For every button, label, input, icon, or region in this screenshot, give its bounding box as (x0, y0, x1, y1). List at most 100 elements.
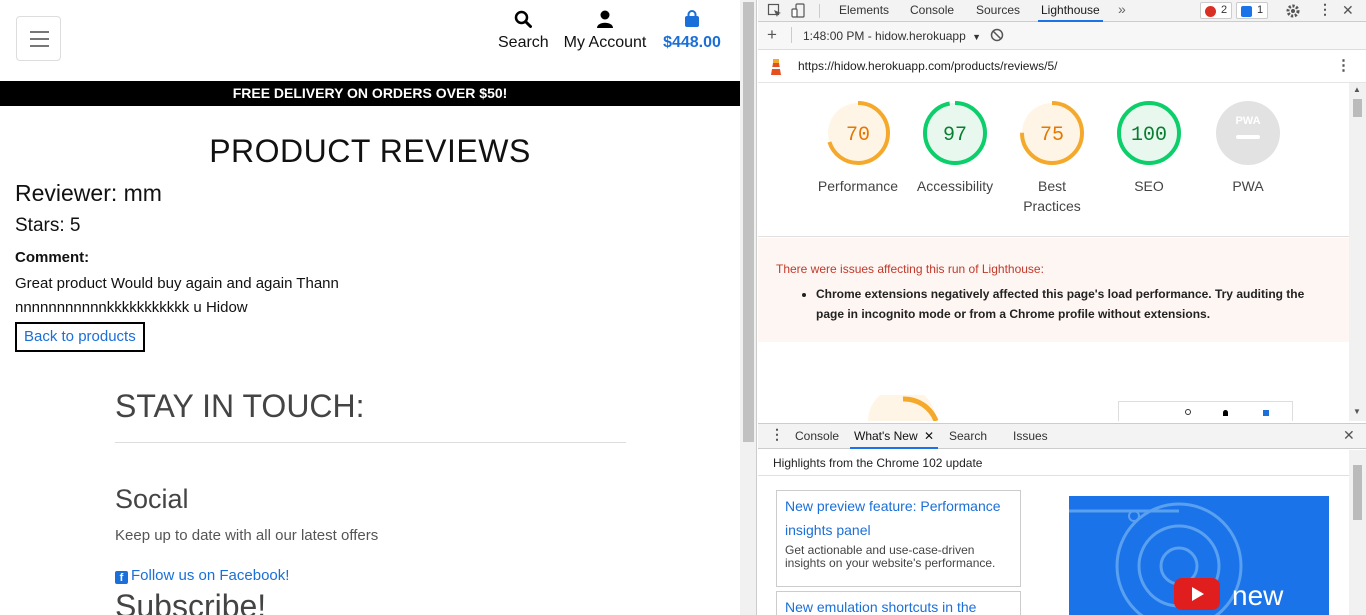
drawer-menu-icon[interactable]: ⋮ (770, 426, 784, 443)
gauge-label-pwa: PWA (1232, 178, 1264, 194)
delivery-banner: FREE DELIVERY ON ORDERS OVER $50! (0, 81, 740, 106)
preview-search-icon (1185, 409, 1191, 415)
report-url[interactable]: https://hidow.herokuapp.com/products/rev… (798, 59, 1057, 73)
gauge-label: Performance (817, 178, 899, 194)
more-tabs-icon[interactable]: » (1118, 1, 1126, 17)
preview-bag-icon (1263, 410, 1269, 416)
drawer-scrollbar-thumb[interactable] (1353, 465, 1362, 520)
scroll-up-icon[interactable]: ▲ (1353, 85, 1361, 94)
lighthouse-logo-icon (769, 58, 783, 79)
nav-account[interactable]: My Account (562, 10, 648, 52)
review-stars: Stars: 5 (15, 215, 81, 236)
close-devtools-icon[interactable]: ✕ (1342, 2, 1354, 19)
gauge-best-practices[interactable]: 75 Best Practices (1002, 100, 1102, 216)
message-icon (1241, 6, 1252, 17)
report-selector-label: 1:48:00 PM - hidow.herokuapp (803, 29, 966, 43)
gauge-performance[interactable]: 70 Performance (808, 100, 908, 196)
whats-new-video-thumbnail[interactable]: new (1069, 496, 1329, 615)
error-count: 2 (1221, 4, 1228, 16)
error-icon (1205, 6, 1216, 17)
score-ring: 97 (923, 101, 987, 165)
report-selector[interactable]: 1:48:00 PM - hidow.herokuapp ▼ (803, 29, 981, 43)
score-ring: 70 (826, 101, 890, 165)
devtools-tabbar: Elements Console Sources Lighthouse » 2 … (758, 0, 1366, 22)
drawer-tab-whats-new[interactable]: What's New ✕ (850, 424, 939, 449)
hamburger-icon-bar (30, 45, 49, 47)
new-report-icon[interactable]: + (767, 25, 777, 45)
page-title: PRODUCT REVIEWS (209, 133, 531, 169)
report-url-bar: https://hidow.herokuapp.com/products/rev… (758, 50, 1366, 83)
more-options-icon[interactable]: ⋮ (1318, 1, 1332, 18)
close-tab-icon[interactable]: ✕ (924, 429, 934, 443)
score-value: 75 (1040, 124, 1064, 147)
feature-card[interactable]: New preview feature: Performance insight… (776, 490, 1021, 587)
screenshot-preview (1118, 401, 1293, 421)
devtools-panel: Elements Console Sources Lighthouse » 2 … (758, 0, 1366, 615)
feature-card-title[interactable]: New preview feature: Performance insight… (785, 494, 1012, 542)
drawer-tabbar: ⋮ Console What's New ✕ Search Issues ✕ (758, 423, 1366, 449)
site-scrollbar-thumb[interactable] (743, 2, 754, 442)
gauge-label: SEO (1134, 178, 1164, 194)
nav-search[interactable]: Search (498, 10, 549, 52)
shopping-bag-icon (660, 10, 724, 32)
drawer-tab-console[interactable]: Console (795, 424, 839, 449)
back-to-products-button[interactable]: Back to products (15, 322, 145, 352)
hamburger-icon (30, 31, 49, 33)
drawer-tab-search[interactable]: Search (949, 424, 987, 449)
menu-toggle-button[interactable] (16, 16, 61, 61)
lighthouse-toolbar: + 1:48:00 PM - hidow.herokuapp ▼ (758, 22, 1366, 50)
tab-console[interactable]: Console (908, 0, 956, 22)
clear-reports-icon[interactable] (990, 28, 1004, 45)
runtime-issues-box: There were issues affecting this run of … (758, 238, 1349, 342)
performance-gauge-preview (868, 395, 939, 421)
inspect-element-icon[interactable] (767, 3, 783, 19)
lighthouse-scrollbar[interactable]: ▲ ▼ (1349, 83, 1366, 421)
device-toolbar-icon[interactable] (791, 3, 807, 19)
stay-in-touch-heading: STAY IN TOUCH: (115, 388, 365, 424)
message-count: 1 (1257, 4, 1264, 16)
scroll-down-icon[interactable]: ▼ (1353, 407, 1361, 416)
report-menu-icon[interactable]: ⋮ (1336, 56, 1351, 74)
user-icon (562, 10, 648, 32)
subscribe-heading: Subscribe! (115, 588, 267, 615)
chevron-down-icon: ▼ (972, 32, 982, 42)
facebook-link[interactable]: f Follow us on Facebook! (115, 567, 289, 584)
drawer-scrollbar[interactable] (1349, 450, 1366, 615)
nav-search-label: Search (498, 34, 549, 51)
youtube-play-icon[interactable] (1174, 578, 1220, 610)
social-description: Keep up to date with all our latest offe… (115, 527, 379, 544)
close-drawer-icon[interactable]: ✕ (1343, 427, 1355, 444)
tab-elements[interactable]: Elements (837, 0, 891, 22)
bag-total: $448.00 (663, 34, 721, 51)
gauge-pwa[interactable]: PWA PWA (1198, 100, 1298, 196)
video-caption: new (1232, 580, 1284, 611)
issue-item: Chrome extensions negatively affected th… (816, 284, 1316, 324)
settings-gear-icon[interactable] (1285, 3, 1301, 19)
gauge-accessibility[interactable]: 97 Accessibility (905, 100, 1005, 196)
tab-sources[interactable]: Sources (974, 0, 1022, 22)
reviewer-name: Reviewer: mm (15, 180, 162, 206)
highlights-divider (758, 475, 1349, 476)
pwa-badge-text: PWA (1235, 115, 1260, 127)
feature-card[interactable]: New emulation shortcuts in the (776, 591, 1021, 615)
score-value: 100 (1131, 124, 1167, 147)
error-badge[interactable]: 2 (1200, 2, 1233, 19)
comment-label: Comment: (15, 249, 90, 266)
site-scrollbar[interactable] (740, 0, 757, 615)
pwa-badge-icon: PWA (1216, 101, 1280, 165)
message-badge[interactable]: 1 (1236, 2, 1269, 19)
whats-new-highlights: Highlights from the Chrome 102 update (773, 456, 983, 470)
feature-card-title[interactable]: New emulation shortcuts in the (785, 595, 1012, 615)
social-heading: Social (115, 484, 189, 514)
nav-bag[interactable]: $448.00 (660, 10, 724, 52)
drawer-tab-whats-new-label: What's New (854, 429, 918, 443)
hamburger-icon-bar (30, 38, 49, 40)
toolbar-separator (791, 27, 792, 43)
gauge-label: Best Practices (1023, 178, 1081, 214)
drawer-tab-issues[interactable]: Issues (1013, 424, 1048, 449)
gauge-seo[interactable]: 100 SEO (1099, 100, 1199, 196)
lighthouse-scrollbar-thumb[interactable] (1353, 99, 1362, 117)
tab-lighthouse[interactable]: Lighthouse (1038, 0, 1103, 22)
issues-heading: There were issues affecting this run of … (776, 262, 1044, 276)
score-ring: 100 (1117, 101, 1181, 165)
